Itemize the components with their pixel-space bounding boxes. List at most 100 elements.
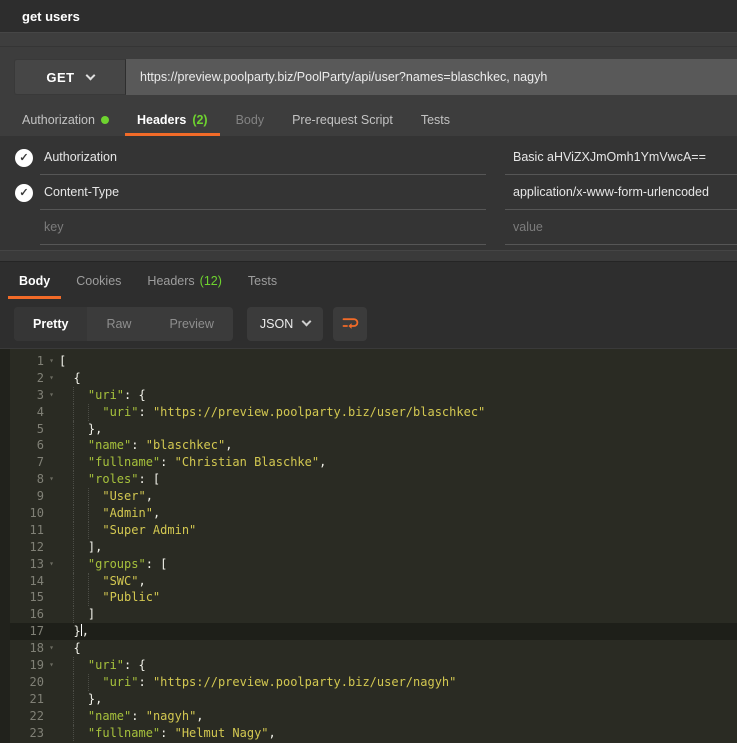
code-text: "Super Admin" xyxy=(59,522,737,539)
json-string: "blaschkec" xyxy=(146,438,225,452)
code-line: 20 "uri": "https://preview.poolparty.biz… xyxy=(0,674,737,691)
headers-editor: ✓ Authorization Basic aHViZXJmOmh1YmVwcA==… xyxy=(0,136,737,250)
response-tabs: Body CookiesHeaders(12)Tests xyxy=(0,262,737,299)
wrap-lines-button[interactable] xyxy=(333,307,367,341)
fold-arrow-icon[interactable]: ▾ xyxy=(44,353,59,370)
green-dot-icon xyxy=(101,116,109,124)
code-text: "groups": [ xyxy=(59,556,737,573)
json-key: "uri" xyxy=(88,388,124,402)
fold-gutter xyxy=(44,488,59,505)
fold-gutter xyxy=(44,708,59,725)
url-bar: GET xyxy=(14,59,737,95)
header-key-field[interactable]: key xyxy=(40,210,486,245)
json-punctuation: , xyxy=(138,574,145,588)
json-punctuation: : xyxy=(138,405,152,419)
column-gap xyxy=(486,140,505,175)
indent-guide xyxy=(73,488,74,505)
response-tab-cookies[interactable]: Cookies xyxy=(63,262,134,299)
line-number: 13 xyxy=(10,556,44,573)
tab-label: Headers xyxy=(137,113,186,127)
line-number: 23 xyxy=(10,725,44,742)
code-text: }, xyxy=(59,623,737,640)
code-line: 9 "User", xyxy=(0,488,737,505)
code-text: "User", xyxy=(59,488,737,505)
request-tab-pre-request-script[interactable]: Pre-request Script xyxy=(278,103,407,136)
view-mode-raw[interactable]: Raw xyxy=(87,307,150,341)
fold-arrow-icon[interactable]: ▾ xyxy=(44,556,59,573)
indent-guide xyxy=(73,657,74,674)
code-line: 16 ] xyxy=(0,606,737,623)
response-body-editor[interactable]: 1▾[2▾ {3▾ "uri": {4 "uri": "https://prev… xyxy=(0,348,737,743)
json-punctuation: : { xyxy=(124,658,146,672)
checkbox-checked-icon[interactable]: ✓ xyxy=(15,184,33,202)
line-number: 20 xyxy=(10,674,44,691)
indent-guide xyxy=(73,725,74,742)
json-punctuation: , xyxy=(153,506,160,520)
url-input[interactable] xyxy=(126,59,737,95)
code-line: 7 "fullname": "Christian Blaschke", xyxy=(0,454,737,471)
json-punctuation: [ xyxy=(59,354,66,368)
line-number: 3 xyxy=(10,387,44,404)
tab-label: Body xyxy=(236,113,265,127)
code-text: { xyxy=(59,370,737,387)
json-string: "nagyh" xyxy=(146,709,197,723)
header-value-field[interactable]: Basic aHViZXJmOmh1YmVwcA== xyxy=(505,140,737,175)
response-tab-headers[interactable]: Headers(12) xyxy=(134,262,234,299)
view-mode-preview[interactable]: Preview xyxy=(150,307,232,341)
language-dropdown[interactable]: JSON xyxy=(247,307,323,341)
fold-arrow-icon[interactable]: ▾ xyxy=(44,640,59,657)
json-key: "groups" xyxy=(88,557,146,571)
request-tabs: Authorization Headers (2) Body Pre-request S… xyxy=(0,103,737,136)
fold-arrow-icon[interactable]: ▾ xyxy=(44,387,59,404)
fold-arrow-icon[interactable]: ▾ xyxy=(44,471,59,488)
tab-count-badge: (2) xyxy=(192,113,207,127)
response-tab-tests[interactable]: Tests xyxy=(235,262,290,299)
response-tab-body[interactable]: Body xyxy=(6,262,63,299)
fold-gutter xyxy=(44,623,59,640)
header-key-field[interactable]: Authorization xyxy=(40,140,486,175)
request-tab-tests[interactable]: Tests xyxy=(407,103,464,136)
chevron-down-icon xyxy=(302,317,312,327)
code-text: "Admin", xyxy=(59,505,737,522)
json-punctuation: , xyxy=(82,624,89,638)
indent-guide xyxy=(73,573,74,590)
tab-label: Body xyxy=(19,274,50,288)
json-punctuation: ], xyxy=(59,540,102,554)
line-number: 7 xyxy=(10,454,44,471)
checkbox-checked-icon[interactable]: ✓ xyxy=(15,149,33,167)
fold-gutter xyxy=(44,454,59,471)
json-punctuation xyxy=(59,590,102,604)
json-string: "Public" xyxy=(102,590,160,604)
tab-label: Pre-request Script xyxy=(292,113,393,127)
header-value-field[interactable]: application/x-www-form-urlencoded xyxy=(505,175,737,210)
fold-gutter xyxy=(44,674,59,691)
json-punctuation xyxy=(59,489,102,503)
fold-gutter xyxy=(44,691,59,708)
indent-guide xyxy=(73,556,74,573)
method-dropdown[interactable]: GET xyxy=(14,59,126,95)
code-text: { xyxy=(59,640,737,657)
fold-gutter xyxy=(44,421,59,438)
view-mode-pretty[interactable]: Pretty xyxy=(14,307,87,341)
header-key-field[interactable]: Content-Type xyxy=(40,175,486,210)
json-string: "Helmut Nagy" xyxy=(175,726,269,740)
json-punctuation: : xyxy=(160,726,174,740)
indent-guide xyxy=(73,589,74,606)
json-punctuation: , xyxy=(196,709,203,723)
fold-gutter xyxy=(44,589,59,606)
json-punctuation: : xyxy=(160,455,174,469)
fold-arrow-icon[interactable]: ▾ xyxy=(44,370,59,387)
column-gap xyxy=(486,210,505,245)
json-punctuation xyxy=(59,405,102,419)
request-tab-headers[interactable]: Headers (2) xyxy=(123,103,222,136)
code-line: 10 "Admin", xyxy=(0,505,737,522)
json-punctuation: { xyxy=(59,371,81,385)
code-text: [ xyxy=(59,353,737,370)
request-tab-authorization[interactable]: Authorization xyxy=(8,103,123,136)
line-number: 15 xyxy=(10,589,44,606)
indent-guide xyxy=(73,387,74,404)
header-row-checkbox-cell xyxy=(0,210,40,245)
header-value-field[interactable]: value xyxy=(505,210,737,245)
fold-arrow-icon[interactable]: ▾ xyxy=(44,657,59,674)
request-tab-body[interactable]: Body xyxy=(222,103,279,136)
